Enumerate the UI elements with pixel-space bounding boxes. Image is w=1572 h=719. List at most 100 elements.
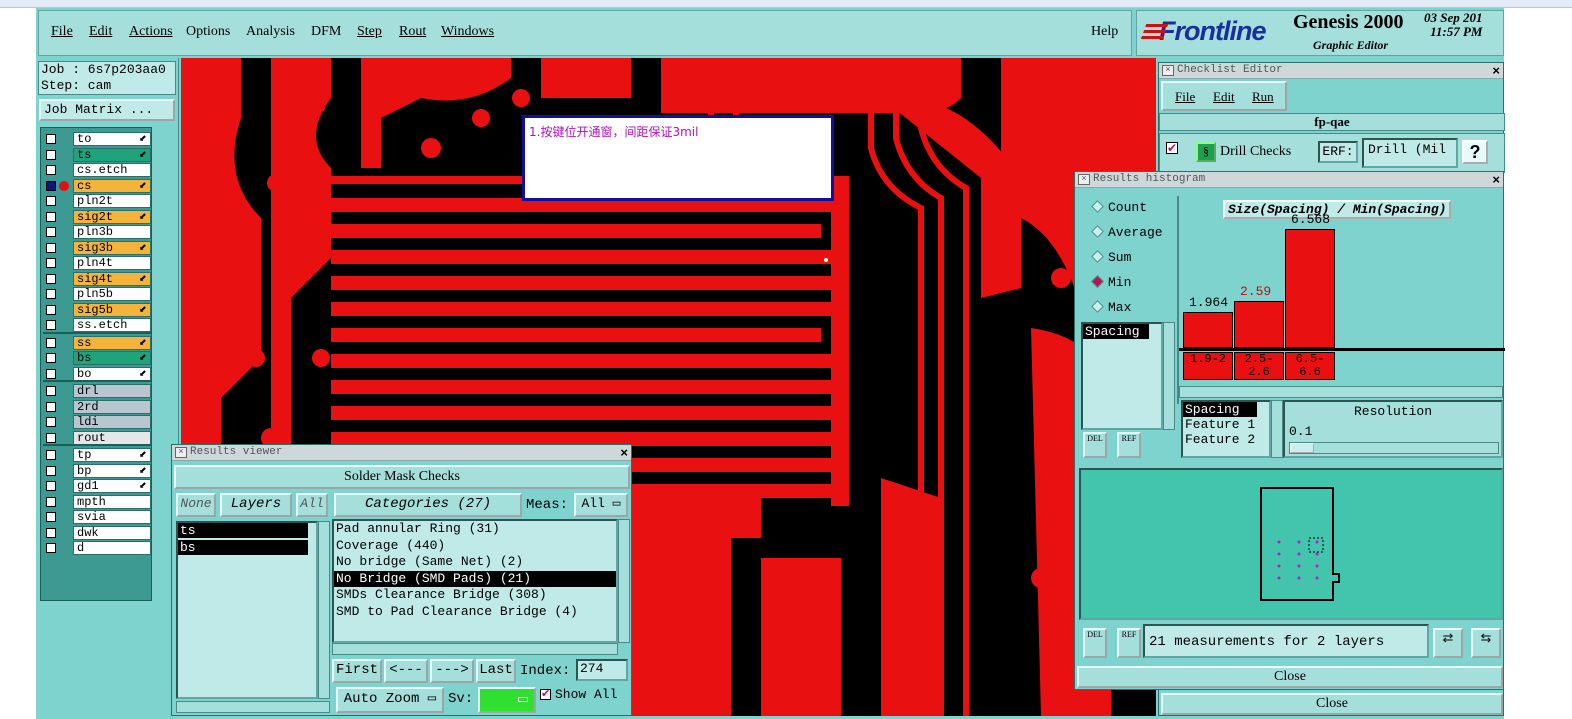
layer-row-sig2t[interactable]: sig2t ⬋ <box>43 209 151 224</box>
layer-checkbox[interactable] <box>46 196 56 206</box>
job-matrix-button[interactable]: Job Matrix ... <box>39 99 175 121</box>
layer-checkbox[interactable] <box>46 227 56 237</box>
import-icon[interactable]: ⇆ <box>1471 628 1501 658</box>
category-hscrollbar[interactable] <box>332 643 618 655</box>
layer-row-d[interactable]: d <box>43 541 151 555</box>
layer-checkbox[interactable] <box>46 450 56 460</box>
histogram-bar[interactable] <box>1183 312 1233 348</box>
layer-row-ldi[interactable]: ldi <box>43 415 151 429</box>
layer-row-drl[interactable]: drl <box>43 384 151 398</box>
layer-checkbox[interactable] <box>46 304 56 315</box>
close-icon[interactable]: × <box>1492 172 1500 187</box>
layer-name[interactable]: dwk <box>73 525 151 540</box>
window-close-box-icon[interactable]: × <box>1162 65 1174 76</box>
layer-row-cs[interactable]: cs ⬋ <box>43 178 151 193</box>
histogram-bar[interactable] <box>1234 301 1284 348</box>
category-item[interactable]: SMDs Clearance Bridge (308) <box>334 587 616 604</box>
layer-checkbox[interactable] <box>46 134 56 144</box>
window-close-box-icon[interactable]: × <box>1078 174 1090 185</box>
checklist-close-button[interactable]: Close <box>1161 693 1503 715</box>
attribute-list[interactable]: Spacing Feature 1 Feature 2 <box>1181 400 1271 458</box>
window-close-box-icon[interactable]: × <box>175 447 187 458</box>
menu-help[interactable]: Help <box>1091 24 1118 40</box>
layer-checkbox[interactable] <box>46 496 56 507</box>
sv-color-select[interactable] <box>478 687 536 713</box>
check-checkbox[interactable]: ✔ <box>1166 142 1178 154</box>
menu-options[interactable]: Options <box>186 24 230 40</box>
layer-name[interactable]: pln2t <box>73 194 151 208</box>
show-all-checkbox[interactable]: ✔ <box>540 689 551 700</box>
layer-row-sig3b[interactable]: sig3b ⬋ <box>43 240 151 255</box>
layer-checkbox[interactable] <box>46 211 56 222</box>
checklist-menu-edit[interactable]: Edit <box>1213 89 1235 105</box>
layer-name[interactable]: rout <box>73 430 151 445</box>
all-button[interactable]: All <box>296 493 328 517</box>
mode-sum[interactable]: Sum <box>1091 250 1131 265</box>
layer-name[interactable]: pln5b <box>73 287 151 301</box>
measure-list[interactable]: Spacing <box>1081 322 1163 430</box>
layer-checkbox[interactable] <box>46 512 56 522</box>
layer-checkbox[interactable] <box>46 337 56 348</box>
layer-name[interactable]: d <box>73 541 151 555</box>
layer-row-bs[interactable]: bs ⬋ <box>43 351 151 365</box>
layer-checkbox[interactable] <box>46 320 56 330</box>
mode-average[interactable]: Average <box>1091 225 1163 240</box>
layer-checkbox[interactable] <box>46 401 56 412</box>
layer-row-dwk[interactable]: dwk <box>43 525 151 540</box>
index-input[interactable]: 274 <box>576 659 628 681</box>
layer-checkbox[interactable] <box>46 465 56 476</box>
layer-checkbox[interactable] <box>46 273 56 284</box>
layer-checkbox[interactable] <box>46 353 56 363</box>
ref-button[interactable]: REF <box>1117 628 1141 658</box>
layer-list-scrollbar[interactable] <box>318 521 330 699</box>
layer-name[interactable]: ldi <box>73 415 151 429</box>
layer-name[interactable]: cs.etch <box>73 163 151 177</box>
attr-spacing[interactable]: Spacing <box>1183 402 1257 417</box>
layer-row-cs-etch[interactable]: cs.etch <box>43 163 151 177</box>
layer-name[interactable]: pln4t <box>73 256 151 270</box>
none-button[interactable]: None <box>176 493 216 517</box>
layer-row-tp[interactable]: tp ⬋ <box>43 448 151 462</box>
results-viewer-titlebar[interactable]: × Results viewer × <box>172 445 631 461</box>
layer-name[interactable]: ss.etch <box>73 318 151 332</box>
bin-range-label[interactable]: 2.5-2.6 <box>1234 352 1284 380</box>
layer-checkbox[interactable] <box>46 481 56 491</box>
layer-checkbox[interactable] <box>46 386 56 396</box>
layer-row-2rd[interactable]: 2rd <box>43 399 151 414</box>
chart-h-scrollbar[interactable] <box>1179 386 1503 398</box>
measure-list-scrollbar[interactable] <box>1163 322 1175 430</box>
resolution-slider[interactable] <box>1289 442 1499 454</box>
layer-checkbox[interactable] <box>46 289 56 299</box>
layer-row-pln2t[interactable]: pln2t <box>43 194 151 208</box>
layer-row-pln3b[interactable]: pln3b <box>43 225 151 239</box>
prev-button[interactable]: <--- <box>384 659 428 683</box>
category-item[interactable]: Pad annular Ring (31) <box>334 521 616 538</box>
layer-checkbox[interactable] <box>46 527 56 538</box>
layer-checkbox[interactable] <box>46 417 56 427</box>
layer-row-bp[interactable]: bp ⬋ <box>43 463 151 478</box>
layer-checkbox[interactable] <box>46 149 56 160</box>
menu-edit[interactable]: Edit <box>89 24 112 40</box>
del-button[interactable]: DEL <box>1083 628 1107 658</box>
layer-checkbox[interactable] <box>46 180 56 191</box>
last-button[interactable]: Last <box>476 659 516 683</box>
menu-windows[interactable]: Windows <box>441 24 494 40</box>
category-item[interactable]: No bridge (Same Net) (2) <box>334 554 616 571</box>
help-button[interactable]: ? <box>1462 140 1488 164</box>
histogram-titlebar[interactable]: × Results histogram × <box>1075 172 1503 188</box>
result-layer-ts[interactable]: ts <box>178 523 308 538</box>
category-list[interactable]: Pad annular Ring (31) Coverage (440) No br… <box>332 519 618 643</box>
attr-feature-1[interactable]: Feature 1 <box>1183 417 1269 432</box>
close-icon[interactable]: × <box>1492 63 1500 78</box>
mode-count[interactable]: Count <box>1091 200 1147 215</box>
layer-row-pln5b[interactable]: pln5b <box>43 287 151 301</box>
layer-name[interactable]: svia <box>73 510 151 524</box>
layer-row-bo[interactable]: bo ⬋ <box>43 366 151 381</box>
layer-checkbox[interactable] <box>46 258 56 268</box>
mode-max[interactable]: Max <box>1091 300 1131 315</box>
menu-analysis[interactable]: Analysis <box>246 24 295 40</box>
category-item[interactable]: SMD to Pad Clearance Bridge (4) <box>334 604 616 621</box>
layer-row-mpth[interactable]: mpth <box>43 494 151 509</box>
measure-item-spacing[interactable]: Spacing <box>1083 324 1149 339</box>
meas-select[interactable]: All ▭ <box>574 493 628 517</box>
